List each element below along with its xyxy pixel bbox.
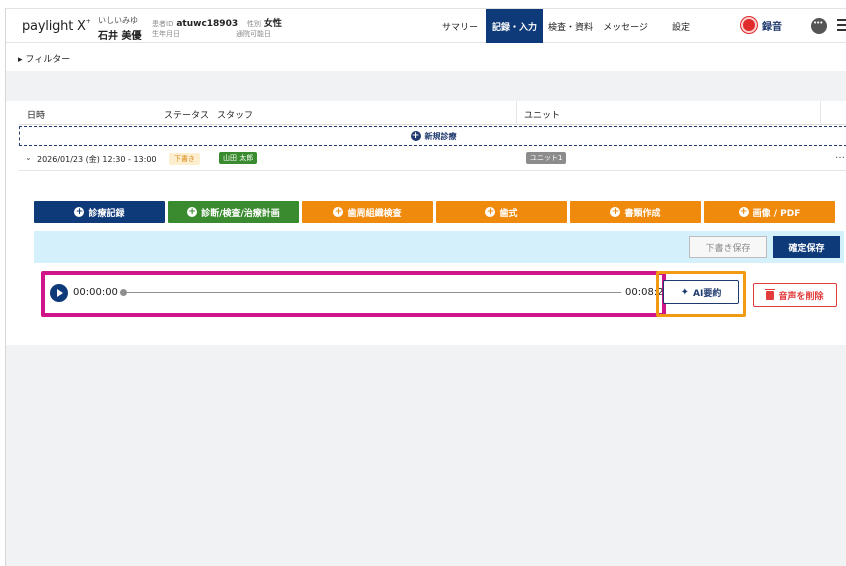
ai-summary-button[interactable]: ✦ AI要約 [663, 280, 739, 304]
column-divider [820, 101, 821, 125]
header-date: 日時 [27, 111, 46, 121]
patient-id: atuwc18903 [176, 19, 239, 29]
header-status: ステータス [164, 111, 210, 121]
ai-summary-highlight: ✦ AI要約 [656, 271, 746, 317]
audio-player: 00:00:00 00:08:2 [41, 271, 666, 317]
more-options-icon[interactable]: … [835, 150, 845, 161]
plus-circle-icon [738, 207, 749, 217]
logo-mark: + [85, 17, 91, 25]
seek-track[interactable] [123, 292, 621, 293]
dental-chart-button[interactable]: 歯式 [436, 201, 567, 223]
table-header: 日時 ステータス スタッフ ユニット [19, 101, 846, 125]
periodontal-exam-label: 歯周組織検査 [347, 208, 402, 219]
column-divider [516, 101, 517, 125]
current-time: 00:00:00 [73, 287, 118, 298]
patient-kana: いしいみゆ [98, 16, 138, 25]
plus-circle-icon [333, 207, 344, 217]
new-visit-label: 新規診療 [424, 131, 457, 141]
play-icon[interactable] [50, 284, 68, 302]
patient-sex: 女性 [263, 19, 282, 29]
content-background [6, 345, 846, 566]
plus-circle-icon [74, 207, 85, 217]
status-badge: 下書き [169, 153, 200, 165]
final-save-button[interactable]: 確定保存 [773, 236, 840, 258]
plus-circle-icon [187, 207, 198, 217]
patient-name: 石井 美優 [98, 31, 142, 42]
delete-audio-label: 音声を削除 [778, 291, 824, 302]
records-panel: 日時 ステータス スタッフ ユニット 新規診療 ⌄ 2026/01/23 (金)… [19, 101, 846, 345]
delete-audio-button[interactable]: 音声を削除 [753, 283, 837, 307]
dental-chart-label: 歯式 [499, 208, 518, 219]
new-visit-button[interactable]: 新規診療 [19, 126, 846, 146]
seek-handle[interactable] [120, 289, 127, 296]
staff-badge: 山田 太郎 [219, 152, 258, 164]
patient-id-row: 患者ID atuwc18903 性別 女性 [152, 16, 282, 29]
nav-messages[interactable]: メッセージ [598, 9, 653, 43]
clinical-record-label: 診療記録 [88, 208, 125, 219]
table-row[interactable]: ⌄ 2026/01/23 (金) 12:30 - 13:00 下書き 山田 太郎… [19, 147, 846, 171]
header-unit: ユニット [524, 111, 561, 121]
document-create-button[interactable]: 書類作成 [570, 201, 701, 223]
app-logo: paylight X+ [22, 17, 91, 34]
diagnosis-plan-button[interactable]: 診断/検査/治療計画 [168, 201, 299, 223]
trash-icon [765, 288, 776, 300]
document-create-label: 書類作成 [624, 208, 661, 219]
header-staff: スタッフ [217, 111, 254, 121]
filter-area [6, 71, 846, 101]
image-pdf-label: 画像 / PDF [752, 208, 801, 219]
chat-icon[interactable] [811, 18, 827, 34]
record-icon [741, 17, 757, 33]
sex-label: 性別 [246, 20, 261, 28]
save-bar: 下書き保存 確定保存 [34, 231, 844, 263]
image-pdf-button[interactable]: 画像 / PDF [704, 201, 835, 223]
entry-datetime: 2026/01/23 (金) 12:30 - 13:00 [37, 155, 157, 164]
chevron-down-icon[interactable]: ⌄ [25, 153, 32, 162]
nav-settings[interactable]: 設定 [666, 9, 696, 43]
draft-save-button[interactable]: 下書き保存 [689, 236, 767, 258]
unit-badge: ユニット1 [526, 152, 567, 164]
plus-circle-icon [410, 131, 421, 141]
sparkle-icon: ✦ [680, 286, 690, 298]
caret-right-icon: ▸ [18, 55, 23, 65]
app-window: paylight X+ いしいみゆ 石井 美優 患者ID atuwc18903 … [5, 8, 846, 566]
birth-label: 生年月日 [152, 30, 180, 38]
diagnosis-plan-label: 診断/検査/治療計画 [201, 208, 280, 219]
record-button[interactable]: 録音 [741, 17, 782, 33]
record-label: 録音 [762, 21, 782, 33]
clinical-record-button[interactable]: 診療記録 [34, 201, 165, 223]
nav-exams[interactable]: 検査・資料 [543, 9, 598, 43]
nav-summary[interactable]: サマリー [434, 9, 486, 43]
nav-records[interactable]: 記録・入力 [486, 9, 543, 43]
plus-circle-icon [610, 207, 621, 217]
plus-circle-icon [485, 207, 496, 217]
filter-label: フィルター [25, 55, 71, 65]
patient-id-label: 患者ID [152, 20, 174, 28]
hamburger-menu-icon[interactable] [837, 19, 846, 31]
filter-toggle[interactable]: ▸ フィルター [18, 52, 70, 65]
periodontal-exam-button[interactable]: 歯周組織検査 [302, 201, 433, 223]
ai-summary-label: AI要約 [693, 288, 722, 299]
visit-label: 通院可能日 [236, 30, 271, 38]
top-header: paylight X+ いしいみゆ 石井 美優 患者ID atuwc18903 … [6, 9, 846, 43]
